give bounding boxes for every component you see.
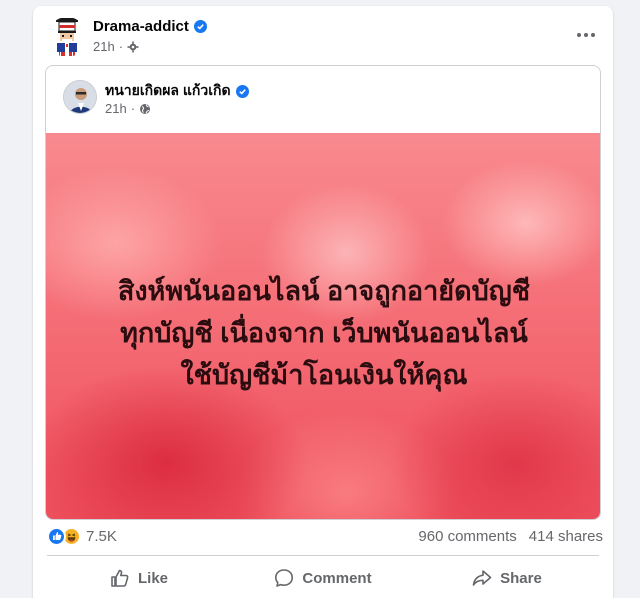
page-name-row: Drama-addict — [93, 18, 207, 35]
comment-label: Comment — [302, 569, 372, 587]
reactions-summary[interactable]: 7.5K — [47, 526, 117, 546]
page-name-link[interactable]: Drama-addict — [93, 18, 189, 35]
verified-badge-icon — [193, 20, 207, 33]
meta-separator: · — [130, 101, 136, 116]
post-card: Drama-addict 21h · ทนายเกิดผล แก้วเกิด 2… — [33, 6, 613, 598]
comments-count[interactable]: 960 comments — [418, 528, 516, 545]
like-button[interactable]: Like — [47, 559, 231, 597]
like-label: Like — [137, 569, 168, 587]
shares-count[interactable]: 414 shares — [529, 528, 603, 545]
share-arrow-icon — [472, 570, 492, 586]
engagement-counts: 960 comments 414 shares — [418, 528, 603, 545]
shared-author-row: ทนายเกิดผล แก้วเกิด — [105, 80, 249, 102]
share-button[interactable]: Share — [415, 559, 599, 597]
globe-audience-icon[interactable] — [139, 103, 151, 115]
meta-separator: · — [118, 39, 124, 54]
thumb-up-icon — [111, 569, 129, 587]
divider — [47, 555, 599, 556]
post-image-text: สิงห์พนันออนไลน์ อาจถูกอายัดบัญชี ทุกบัญ… — [46, 270, 600, 396]
uncle-sam-avatar-icon — [56, 18, 78, 56]
share-label: Share — [500, 569, 542, 587]
image-text-line: ทุกบัญชี เนื่องจาก เว็บพนันออนไลน์ — [120, 318, 528, 348]
image-text-line: สิงห์พนันออนไลน์ อาจถูกอายัดบัญชี — [117, 276, 531, 306]
post-stats: 7.5K 960 comments 414 shares — [47, 524, 603, 548]
shared-post-timestamp[interactable]: 21h — [105, 101, 127, 116]
gear-audience-icon[interactable] — [127, 41, 139, 53]
post-timestamp[interactable]: 21h — [93, 39, 115, 54]
verified-badge-icon — [235, 84, 249, 98]
shared-post[interactable]: ทนายเกิดผล แก้วเกิด 21h · สิงห์พนันออนไล… — [45, 65, 601, 520]
page-avatar[interactable] — [47, 17, 87, 57]
image-text-line: ใช้บัญชีม้าโอนเงินให้คุณ — [180, 360, 468, 390]
shared-post-meta: 21h · — [105, 101, 151, 116]
comment-button[interactable]: Comment — [231, 559, 415, 597]
shared-author-avatar[interactable] — [63, 80, 97, 114]
more-options-icon[interactable] — [573, 22, 599, 48]
like-reaction-icon — [47, 526, 66, 546]
reactions-count[interactable]: 7.5K — [86, 528, 117, 545]
post-actions: Like Comment Share — [47, 559, 599, 597]
shared-author-name[interactable]: ทนายเกิดผล แก้วเกิด — [105, 80, 231, 102]
post-image[interactable]: สิงห์พนันออนไลน์ อาจถูกอายัดบัญชี ทุกบัญ… — [46, 133, 600, 519]
post-meta: 21h · — [93, 39, 139, 54]
speech-bubble-icon — [275, 569, 294, 587]
